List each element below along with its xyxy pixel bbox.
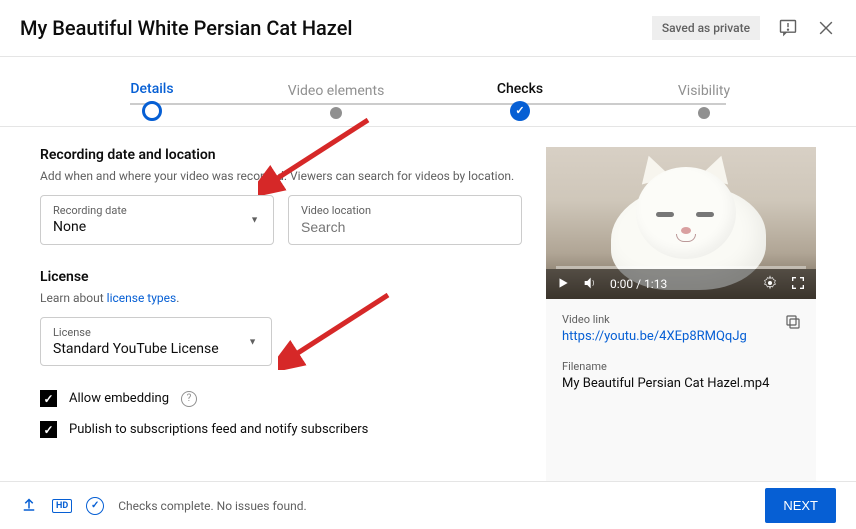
header-actions: Saved as private [652,16,836,40]
license-learn-prefix: Learn about [40,291,107,305]
recording-section-desc: Add when and where your video was record… [40,169,522,183]
video-controls: 0:00 / 1:13 [546,269,816,299]
video-time: 0:00 / 1:13 [610,277,667,291]
publish-feed-row: Publish to subscriptions feed and notify… [40,421,522,438]
dialog-header: My Beautiful White Persian Cat Hazel Sav… [0,0,856,57]
preview-panel: 0:00 / 1:13 Video link https://youtu.be/… [546,147,816,497]
allow-embedding-checkbox[interactable] [40,390,57,407]
allow-embedding-row: Allow embedding ? [40,390,522,407]
step-label: Checks [428,81,612,97]
play-icon[interactable] [556,276,570,293]
publish-feed-checkbox[interactable] [40,421,57,438]
license-select-field[interactable]: License Standard YouTube License [40,317,272,366]
step-label: Details [60,81,244,97]
field-value: None [53,219,261,235]
filename-label: Filename [562,360,800,373]
step-checks[interactable]: Checks [428,81,612,121]
saved-status-badge: Saved as private [652,16,760,40]
step-check-icon [510,101,530,121]
copy-link-icon[interactable] [784,313,802,335]
upload-icon[interactable] [20,495,38,517]
dialog-footer: HD Checks complete. No issues found. NEX… [0,481,856,529]
location-search-input[interactable] [301,219,509,235]
step-video-elements[interactable]: Video elements [244,83,428,119]
allow-embedding-label: Allow embedding [69,391,169,406]
content-area: Recording date and location Add when and… [0,127,856,517]
step-dot-icon [698,107,710,119]
video-meta: Video link https://youtu.be/4XEp8RMQqJg … [546,299,816,405]
step-dot-icon [330,107,342,119]
license-learn-suffix: . [176,291,179,305]
video-link[interactable]: https://youtu.be/4XEp8RMQqJg [562,329,800,344]
hd-icon: HD [52,499,72,513]
publish-feed-label: Publish to subscriptions feed and notify… [69,422,368,437]
field-label: Video location [301,204,509,217]
video-link-label: Video link [562,313,800,326]
next-button[interactable]: NEXT [765,488,836,523]
help-icon[interactable]: ? [181,391,197,407]
license-section-desc: Learn about license types. [40,291,522,305]
field-label: Recording date [53,204,261,217]
stepper: Details Video elements Checks Visibility [0,57,856,127]
step-dot-icon [142,101,162,121]
form-column: Recording date and location Add when and… [40,147,522,497]
fullscreen-icon[interactable] [790,275,806,294]
license-types-link[interactable]: license types [107,291,177,305]
step-visibility[interactable]: Visibility [612,83,796,119]
step-details[interactable]: Details [60,81,244,121]
stepper-line [130,103,726,105]
feedback-icon[interactable] [778,18,798,38]
video-location-field[interactable]: Video location [288,195,522,245]
checks-status-text: Checks complete. No issues found. [118,499,306,513]
volume-icon[interactable] [582,275,598,294]
field-label: License [53,326,259,339]
recording-fields-row: Recording date None Video location [40,195,522,245]
video-thumbnail[interactable]: 0:00 / 1:13 [546,147,816,299]
recording-section-title: Recording date and location [40,147,522,163]
settings-icon[interactable] [762,275,778,294]
step-label: Visibility [612,83,796,99]
step-label: Video elements [244,83,428,99]
recording-date-field[interactable]: Recording date None [40,195,274,245]
check-complete-icon [86,497,104,515]
video-title: My Beautiful White Persian Cat Hazel [20,16,353,40]
field-value: Standard YouTube License [53,341,259,357]
license-section-title: License [40,269,522,285]
filename-value: My Beautiful Persian Cat Hazel.mp4 [562,376,800,391]
close-icon[interactable] [816,18,836,38]
